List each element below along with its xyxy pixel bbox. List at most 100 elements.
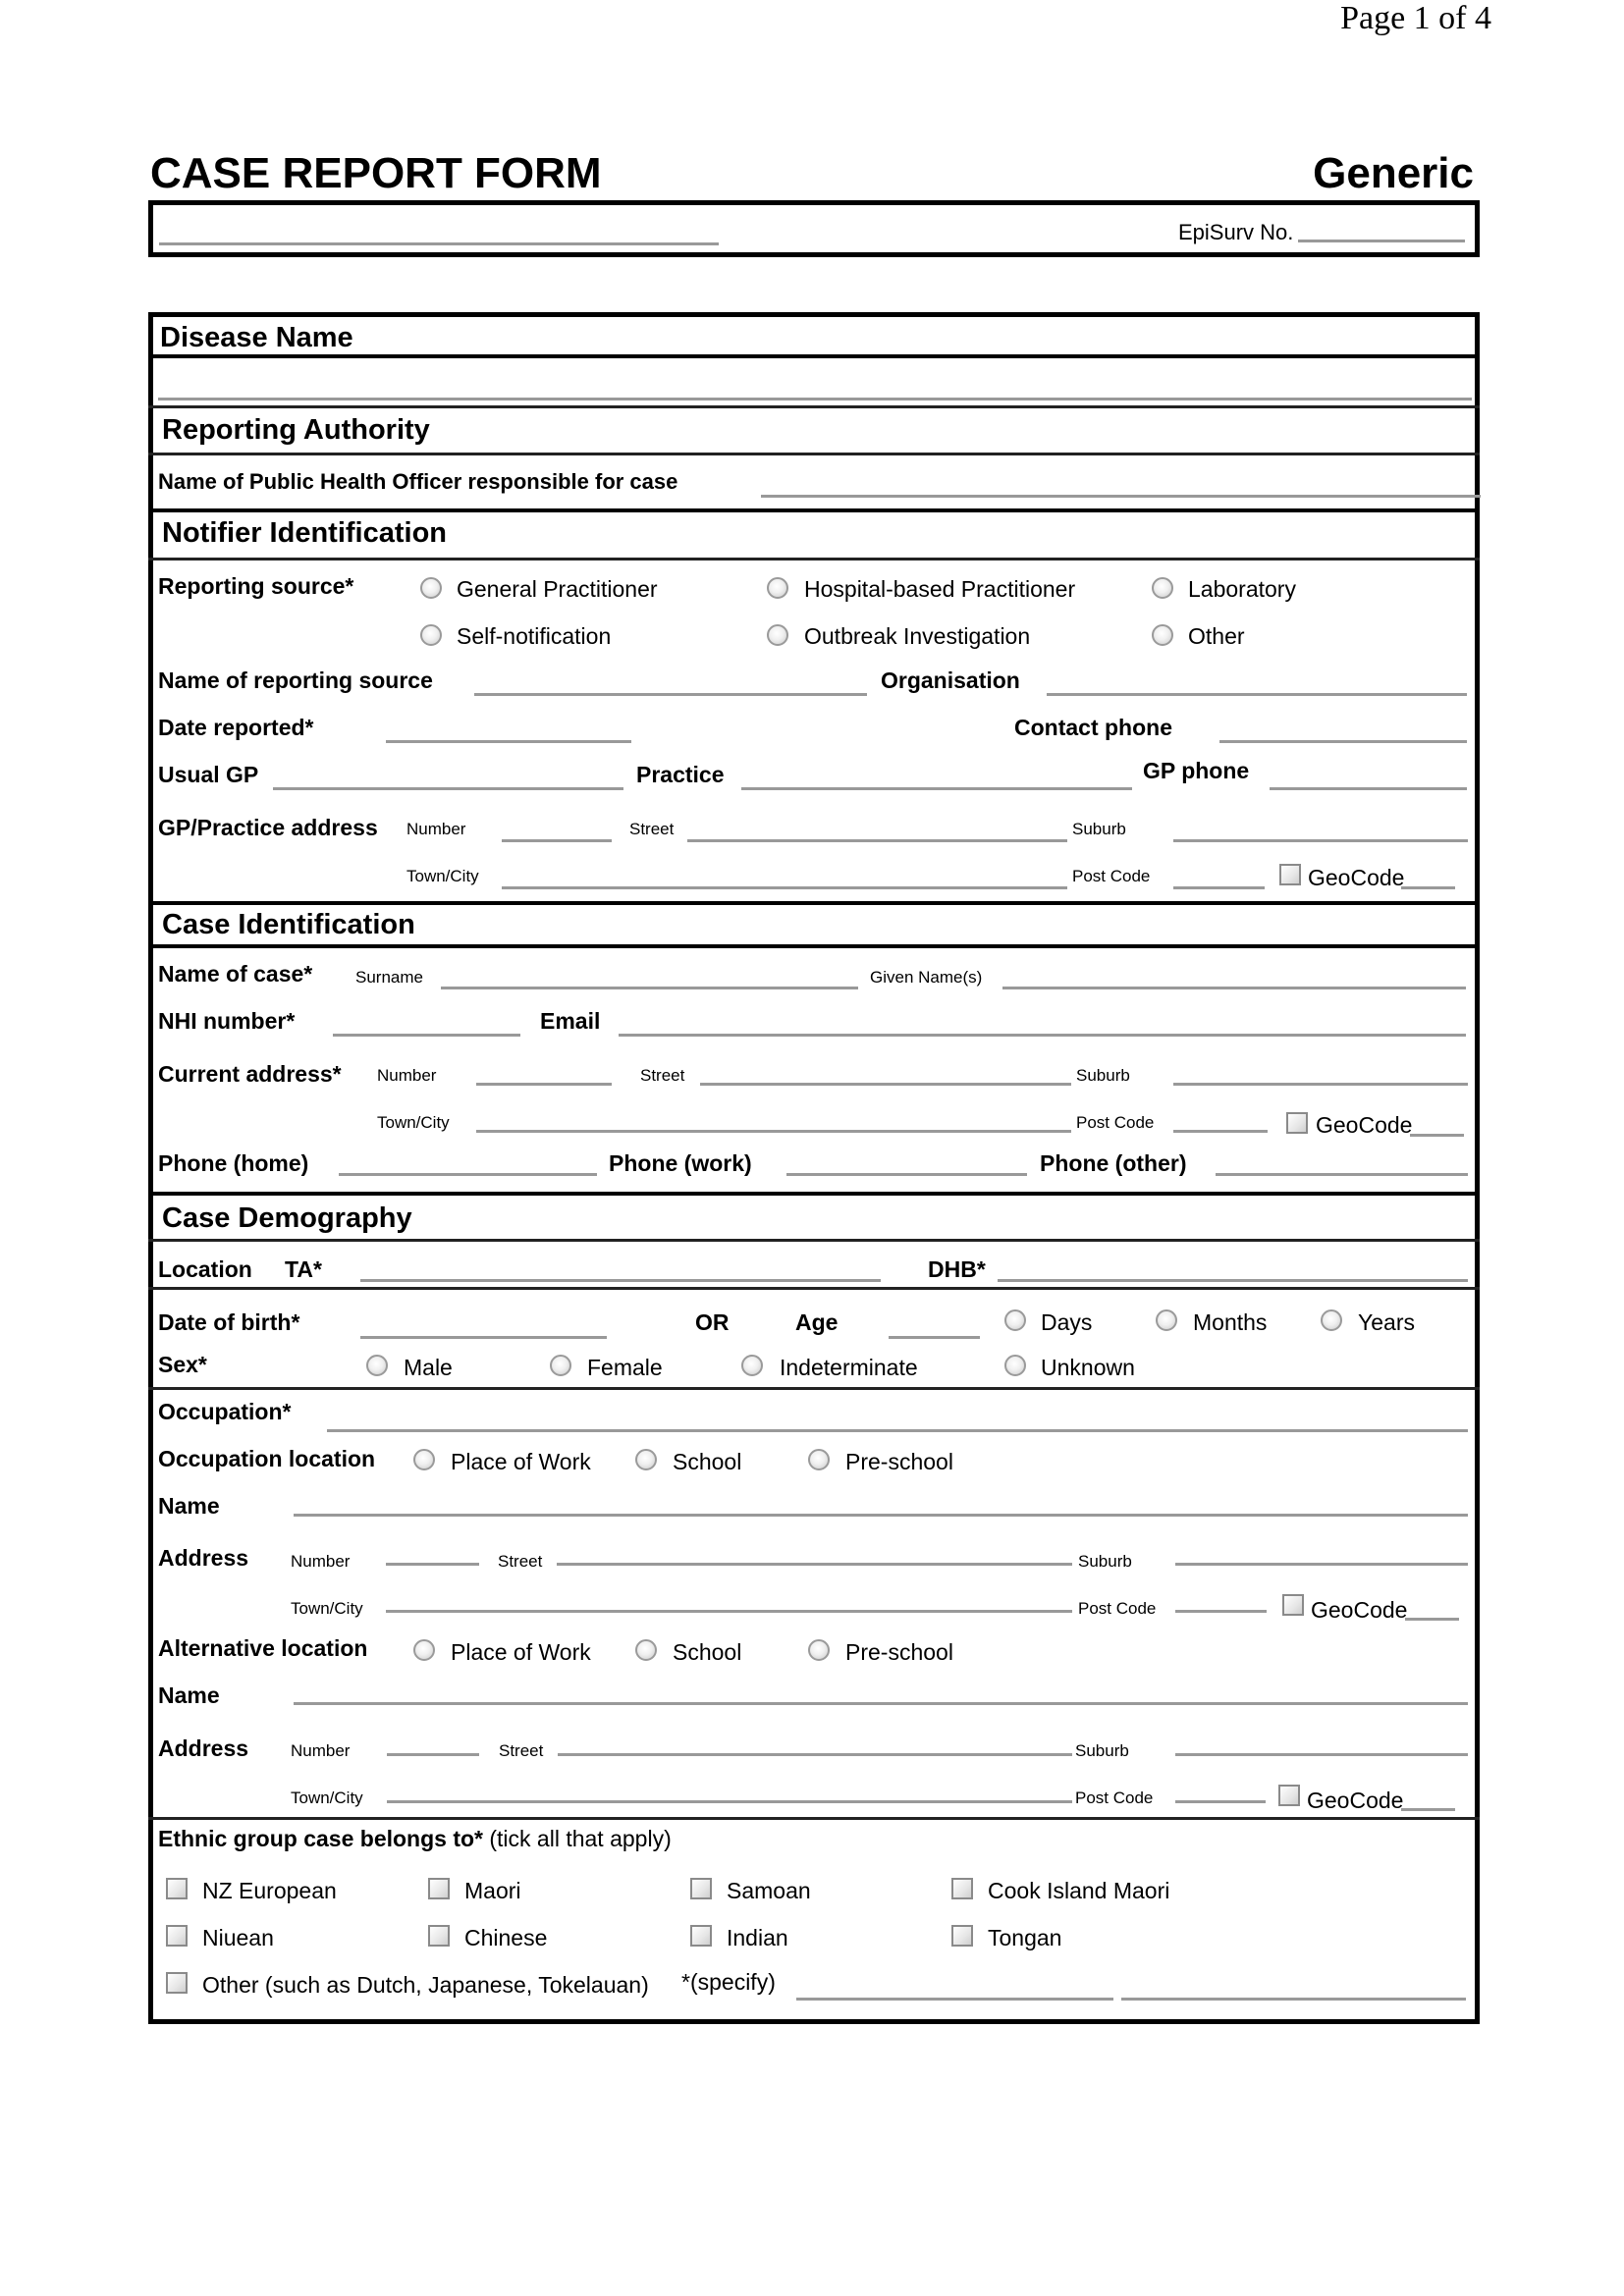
- usual-gp-field[interactable]: [273, 787, 623, 790]
- radio-occ-school[interactable]: [635, 1449, 657, 1470]
- radio-female[interactable]: [550, 1355, 571, 1376]
- checkbox-samoan[interactable]: [690, 1878, 712, 1899]
- occupation-field[interactable]: [327, 1429, 1468, 1432]
- dob-label: Date of birth*: [158, 1309, 300, 1335]
- checkbox-other-ethnicity[interactable]: [166, 1972, 188, 1994]
- alt-geocode-checkbox[interactable]: [1278, 1785, 1300, 1806]
- gp-street-field[interactable]: [687, 839, 1067, 842]
- gp-geocode-field[interactable]: [1401, 886, 1455, 889]
- occ-name-field[interactable]: [294, 1514, 1468, 1517]
- occ-town-field[interactable]: [386, 1610, 1072, 1613]
- occ-suburb-field[interactable]: [1175, 1563, 1468, 1566]
- radio-alt-pre-school[interactable]: [808, 1639, 830, 1661]
- reporting-source-name-label: Name of reporting source: [158, 667, 433, 693]
- practice-field[interactable]: [741, 787, 1132, 790]
- radio-general-practitioner[interactable]: [420, 577, 442, 599]
- reporting-source-name-field[interactable]: [474, 693, 867, 696]
- current-address-label: Current address*: [158, 1061, 342, 1087]
- phone-home-field[interactable]: [339, 1173, 597, 1176]
- nhi-number-field[interactable]: [333, 1034, 520, 1037]
- alt-suburb-field[interactable]: [1175, 1753, 1468, 1756]
- episurv-number-field[interactable]: [1298, 240, 1465, 242]
- header-blank-line[interactable]: [159, 242, 719, 245]
- email-field[interactable]: [619, 1034, 1466, 1037]
- checkbox-chinese[interactable]: [428, 1925, 450, 1947]
- occ-geocode-field[interactable]: [1405, 1618, 1459, 1621]
- alt-name-field[interactable]: [294, 1702, 1468, 1705]
- checkbox-cook-island-maori[interactable]: [951, 1878, 973, 1899]
- organisation-field[interactable]: [1047, 693, 1467, 696]
- dob-field[interactable]: [360, 1336, 607, 1339]
- radio-laboratory[interactable]: [1152, 577, 1173, 599]
- surname-field[interactable]: [441, 987, 858, 989]
- case-postcode-field[interactable]: [1173, 1130, 1268, 1133]
- street-label: Street: [629, 820, 675, 838]
- specify-field-2[interactable]: [1121, 1998, 1466, 2001]
- officer-field[interactable]: [761, 495, 1481, 498]
- age-field[interactable]: [889, 1336, 980, 1339]
- alt-town-field[interactable]: [387, 1800, 1072, 1803]
- gp-town-field[interactable]: [502, 886, 1067, 889]
- or-label: OR: [695, 1309, 730, 1335]
- radio-months[interactable]: [1156, 1309, 1177, 1331]
- gp-phone-field[interactable]: [1270, 787, 1467, 790]
- radio-alt-place-of-work[interactable]: [413, 1639, 435, 1661]
- option-label: Days: [1041, 1309, 1093, 1335]
- option-label: Cook Island Maori: [988, 1878, 1170, 1903]
- option-label: Other (such as Dutch, Japanese, Tokelaua…: [202, 1972, 649, 1998]
- radio-days[interactable]: [1004, 1309, 1026, 1331]
- phone-work-field[interactable]: [786, 1173, 1027, 1176]
- gp-number-field[interactable]: [502, 839, 612, 842]
- given-names-field[interactable]: [1002, 987, 1466, 989]
- occ-geocode-checkbox[interactable]: [1282, 1594, 1304, 1616]
- case-geocode-field[interactable]: [1410, 1134, 1464, 1137]
- checkbox-maori[interactable]: [428, 1878, 450, 1899]
- case-suburb-field[interactable]: [1173, 1083, 1468, 1086]
- checkbox-tongan[interactable]: [951, 1925, 973, 1947]
- case-number-field[interactable]: [476, 1083, 612, 1086]
- radio-unknown[interactable]: [1004, 1355, 1026, 1376]
- radio-occ-pre-school[interactable]: [808, 1449, 830, 1470]
- page-indicator: Page 1 of 4: [1340, 0, 1491, 36]
- radio-other[interactable]: [1152, 624, 1173, 646]
- gp-geocode-checkbox[interactable]: [1279, 864, 1301, 885]
- radio-hospital-practitioner[interactable]: [767, 577, 788, 599]
- radio-years[interactable]: [1321, 1309, 1342, 1331]
- alt-number-field[interactable]: [387, 1753, 479, 1756]
- case-town-field[interactable]: [476, 1130, 1071, 1133]
- gp-suburb-field[interactable]: [1173, 839, 1468, 842]
- occ-postcode-field[interactable]: [1175, 1610, 1267, 1613]
- suburb-label: Suburb: [1076, 1066, 1130, 1085]
- radio-outbreak-investigation[interactable]: [767, 624, 788, 646]
- option-label: Pre-school: [845, 1449, 953, 1474]
- alt-postcode-field[interactable]: [1175, 1800, 1266, 1803]
- ethnic-group-heading: Ethnic group case belongs to* (tick all …: [158, 1826, 672, 1852]
- radio-alt-school[interactable]: [635, 1639, 657, 1661]
- option-label: Outbreak Investigation: [804, 623, 1031, 649]
- gp-postcode-field[interactable]: [1173, 886, 1265, 889]
- checkbox-indian[interactable]: [690, 1925, 712, 1947]
- radio-self-notification[interactable]: [420, 624, 442, 646]
- phone-other-field[interactable]: [1216, 1173, 1468, 1176]
- ta-field[interactable]: [360, 1279, 881, 1282]
- occupation-location-label: Occupation location: [158, 1446, 376, 1471]
- checkbox-niuean[interactable]: [166, 1925, 188, 1947]
- case-geocode-checkbox[interactable]: [1286, 1112, 1308, 1134]
- date-reported-field[interactable]: [386, 740, 631, 743]
- radio-occ-place-of-work[interactable]: [413, 1449, 435, 1470]
- section-case-identification: Case Identification: [162, 909, 415, 940]
- radio-indeterminate[interactable]: [741, 1355, 763, 1376]
- alt-street-field[interactable]: [558, 1753, 1072, 1756]
- occ-street-field[interactable]: [557, 1563, 1072, 1566]
- ethnic-group-note: (tick all that apply): [489, 1826, 672, 1851]
- case-street-field[interactable]: [700, 1083, 1071, 1086]
- checkbox-nz-european[interactable]: [166, 1878, 188, 1899]
- alt-geocode-field[interactable]: [1401, 1808, 1455, 1811]
- contact-phone-field[interactable]: [1219, 740, 1467, 743]
- disease-name-field[interactable]: [158, 398, 1472, 400]
- specify-field-1[interactable]: [796, 1998, 1113, 2001]
- radio-male[interactable]: [366, 1355, 388, 1376]
- option-label: Place of Work: [451, 1449, 591, 1474]
- dhb-field[interactable]: [998, 1279, 1468, 1282]
- occ-number-field[interactable]: [386, 1563, 479, 1566]
